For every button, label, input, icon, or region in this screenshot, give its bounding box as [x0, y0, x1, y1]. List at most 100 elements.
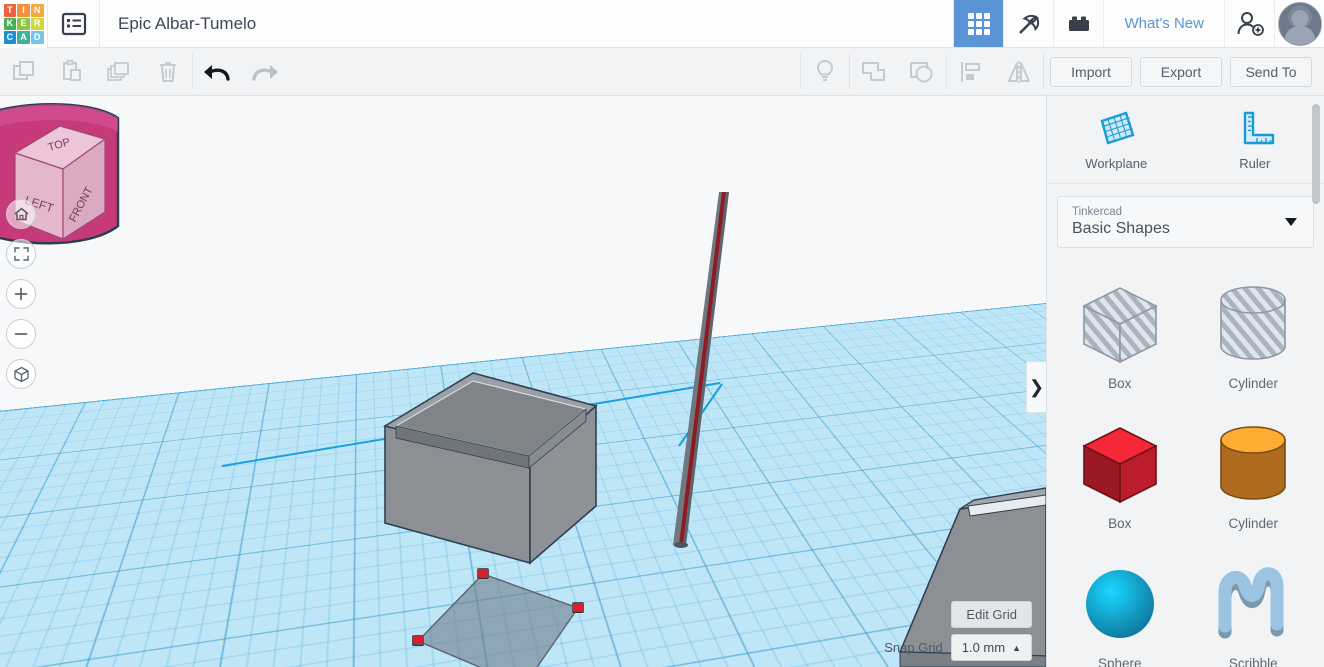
- copy-icon: [13, 60, 34, 80]
- snap-grid-select[interactable]: 1.0 mm ▲: [950, 634, 1032, 661]
- chevron-down-icon: [1285, 218, 1297, 226]
- logo-tile-a-7: A: [17, 31, 30, 44]
- panel-tools: Workplane Ruler: [1047, 96, 1324, 184]
- user-avatar-button[interactable]: [1274, 0, 1324, 47]
- shape-box-hole-label: Box: [1108, 375, 1132, 391]
- copy-button[interactable]: [0, 48, 48, 95]
- shape-sphere-blue-thumb: [1085, 569, 1154, 638]
- ungroup-button[interactable]: [898, 48, 946, 95]
- documents-list-icon[interactable]: [48, 0, 100, 47]
- snap-grid-value: 1.0 mm: [961, 640, 1006, 655]
- nav-3d-design-grid-icon[interactable]: [953, 0, 1004, 47]
- file-actions: Import Export Send To: [1044, 48, 1324, 95]
- shape-cylinder-hole-thumb: [1220, 285, 1287, 360]
- logo-tile-n-2: N: [30, 4, 44, 17]
- logo-tile-i-1: I: [17, 4, 30, 17]
- shape-cylinder-hole-label: Cylinder: [1228, 375, 1279, 391]
- edit-grid-button[interactable]: Edit Grid: [951, 601, 1032, 628]
- group-button[interactable]: [850, 48, 898, 95]
- delete-icon: [160, 61, 176, 82]
- shape-box-hole-thumb: [1081, 286, 1158, 363]
- workplane-icon: [1100, 111, 1135, 145]
- hint-button[interactable]: [801, 48, 849, 95]
- tinkercad-app: TINKERCAD Epic Albar-Tumelo What's New I…: [0, 0, 1324, 667]
- shape-scribble-thumb: [1218, 566, 1284, 638]
- shape-sphere-blue-label: Sphere: [1097, 655, 1142, 667]
- perspective-toggle-button[interactable]: [6, 359, 36, 389]
- logo-tile-d-8: D: [30, 31, 44, 44]
- collapse-panel-button[interactable]: ❯: [1026, 361, 1046, 413]
- library-selected-value: Basic Shapes: [1072, 220, 1170, 237]
- fit-to-view-icon: [13, 247, 29, 261]
- shape-cylinder-orange[interactable]: Cylinder: [1187, 404, 1321, 544]
- project-title[interactable]: Epic Albar-Tumelo: [100, 0, 953, 47]
- header-nav: What's New: [953, 0, 1324, 47]
- shape-cylinder-hole[interactable]: Cylinder: [1187, 264, 1321, 404]
- ruler-tool-label: Ruler: [1239, 156, 1271, 171]
- grid-controls: Edit Grid Snap Grid 1.0 mm ▲: [884, 601, 1032, 661]
- shape-box-hole[interactable]: Box: [1053, 264, 1187, 404]
- shape-cylinder-orange-label: Cylinder: [1228, 515, 1279, 531]
- delete-button[interactable]: [144, 48, 192, 95]
- shape-library-dropdown[interactable]: Tinkercad Basic Shapes: [1057, 196, 1314, 248]
- ruler-tool[interactable]: Ruler: [1186, 96, 1324, 183]
- send-to-button[interactable]: Send To: [1230, 56, 1312, 87]
- whats-new-link[interactable]: What's New: [1103, 0, 1224, 47]
- logo-tile-e-4: E: [17, 17, 30, 31]
- shapes-scrollbar-thumb[interactable]: [1312, 104, 1320, 204]
- cube-icon: [13, 366, 29, 382]
- shapes-panel: Workplane Ruler Tinkercad Basic Shapes B…: [1046, 96, 1324, 667]
- history-tools: [193, 48, 289, 95]
- workplane-tool[interactable]: Workplane: [1047, 96, 1186, 183]
- minus-icon: [14, 333, 28, 335]
- shape-box-red-label: Box: [1108, 515, 1132, 531]
- shape-box-red-thumb: [1081, 426, 1158, 503]
- workplane-tool-label: Workplane: [1085, 156, 1148, 171]
- align-tools: [947, 48, 1043, 95]
- lego-brick-icon: [1068, 16, 1089, 31]
- avatar[interactable]: [1277, 1, 1322, 46]
- design-canvas[interactable]: ✞ TOP LEFT FRONT: [0, 96, 1046, 667]
- align-button[interactable]: [947, 48, 995, 95]
- shape-list[interactable]: Box Cylinder Box Cylinder Sphere Scribble: [1047, 258, 1324, 667]
- nav-blocks[interactable]: [1053, 0, 1103, 47]
- shape-cylinder-orange-thumb: [1220, 425, 1287, 500]
- redo-button[interactable]: [241, 48, 289, 95]
- shape-sphere-blue[interactable]: Sphere: [1053, 544, 1187, 667]
- lightbulb-icon: [816, 59, 834, 81]
- paste-button[interactable]: [48, 48, 96, 95]
- edit-toolbar: Import Export Send To: [0, 48, 1324, 96]
- mirror-button[interactable]: [995, 48, 1043, 95]
- open-box-container-2[interactable]: [0, 96, 1046, 667]
- snap-grid-label: Snap Grid: [884, 640, 943, 655]
- minecraft-pickaxe-icon: [1019, 14, 1040, 34]
- add-person-icon: [1237, 11, 1264, 36]
- nav-minecraft[interactable]: [1003, 0, 1053, 47]
- logo-tile-t-0: T: [3, 4, 17, 17]
- group-tools: [850, 48, 946, 95]
- undo-button[interactable]: [193, 48, 241, 95]
- import-button[interactable]: Import: [1050, 56, 1132, 87]
- home-view-button[interactable]: [6, 199, 36, 229]
- snap-grid-row: Snap Grid 1.0 mm ▲: [884, 634, 1032, 661]
- fit-to-view-button[interactable]: [6, 239, 36, 269]
- mirror-icon: [1008, 60, 1030, 83]
- logo-tile-c-6: C: [3, 31, 17, 44]
- invite-people-button[interactable]: [1224, 0, 1274, 47]
- grid-apps-icon: [967, 12, 990, 35]
- shape-box-red[interactable]: Box: [1053, 404, 1187, 544]
- clipboard-tools: [0, 48, 192, 95]
- home-icon: [13, 207, 29, 221]
- zoom-in-button[interactable]: [6, 279, 36, 309]
- tinkercad-logo[interactable]: TINKERCAD: [0, 0, 48, 48]
- duplicate-button[interactable]: [96, 48, 144, 95]
- shape-scribble[interactable]: Scribble: [1187, 544, 1321, 667]
- zoom-out-button[interactable]: [6, 319, 36, 349]
- library-category-label: Tinkercad: [1072, 206, 1123, 218]
- export-button[interactable]: Export: [1140, 56, 1222, 87]
- redo-icon: [252, 64, 278, 81]
- align-icon: [961, 61, 980, 82]
- logo-tile-k-3: K: [3, 17, 17, 31]
- paste-icon: [63, 59, 81, 81]
